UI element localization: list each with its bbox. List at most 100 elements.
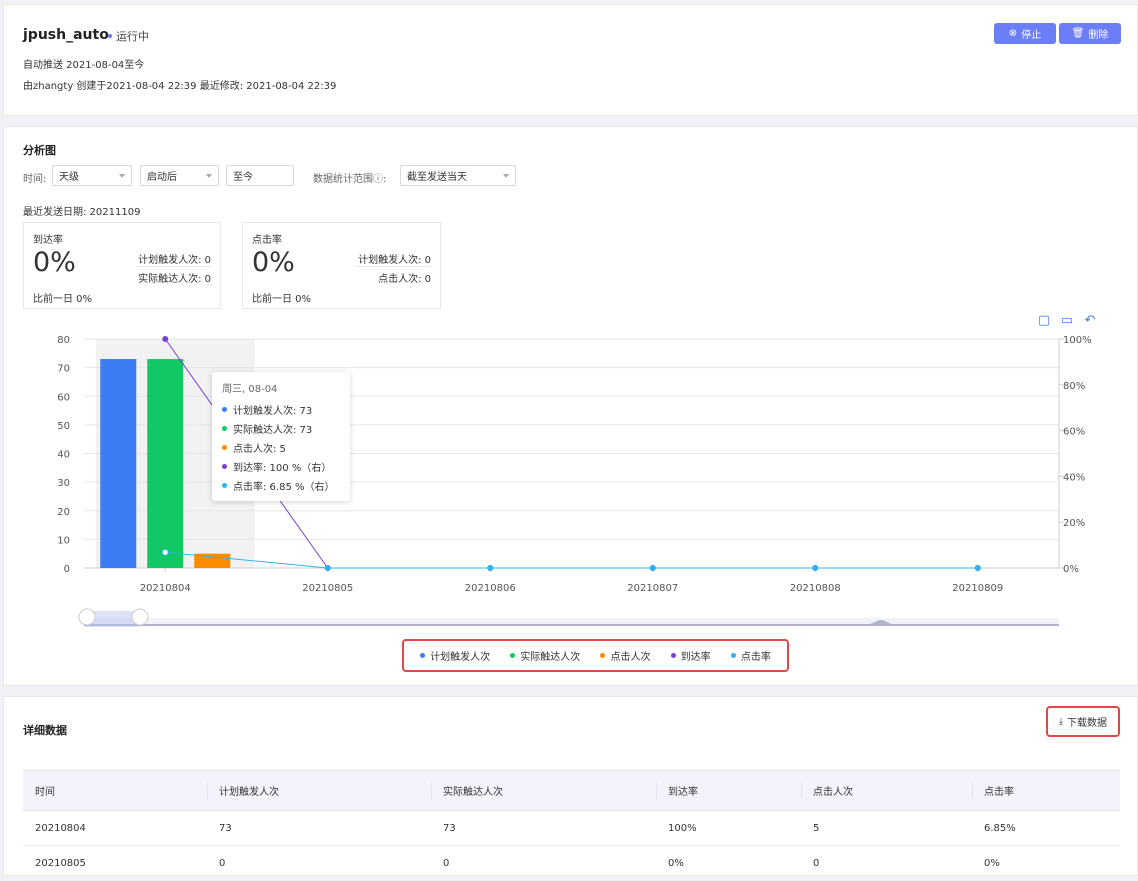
column-header: 时间 [23,770,207,811]
table-cell: 20210805 [23,845,207,881]
analysis-chart[interactable]: 0 10 20 30 40 50 60 70 80 0% 20% 40% 60% 80% 100% 20210… [4,307,1138,637]
legend-dot-icon [510,653,516,658]
stop-button[interactable]: ⊗ 停止 [994,23,1056,44]
meta-text: 由zhangty 创建于2021-08-04 22:39 最近修改: 2021-… [23,81,337,92]
time-label: 时间: [23,174,47,185]
y-left-tick-label: 60 [57,392,70,403]
chevron-down-icon [503,174,509,178]
legend-dot-icon [670,653,676,658]
detail-card: 详细数据 ⤓ 下载数据 时间 计划触发人次 实际触达人次 到达率 点击人次 点击… [3,696,1138,881]
legend-dot-icon [730,653,736,658]
legend-dot-icon [600,653,606,658]
x-tick-label: 20210807 [627,583,678,594]
y-left-tick-label: 30 [57,478,70,489]
range-label: 数据统计范围ⓘ: [313,174,387,185]
zoom-handle-right[interactable] [131,608,149,626]
chart-legend: 计划触发人次 实际触达人次 点击人次 到达率 点击率 [402,639,789,672]
zoom-handle-left[interactable] [78,608,96,626]
tooltip-row: 计划触发人次: 73 [222,400,340,419]
metric-sub-1: 计划触发人次: 0 [358,255,431,266]
tooltip-row: 实际触达人次: 73 [222,419,340,438]
granularity-select[interactable]: 天级 [52,165,132,186]
detail-table: 时间 计划触发人次 实际触达人次 到达率 点击人次 点击率 20210804 7… [23,770,1120,881]
table-row: 20210805 0 0 0% 0 0% [23,845,1120,881]
task-title: jpush_auto [23,27,109,43]
series-line-1 [165,551,978,569]
start-value: 启动后 [147,172,177,183]
series-point [162,336,169,342]
metric-compare: 比前一日 0% [252,294,312,305]
trash-icon: 🗑 [1071,28,1085,39]
y-right-tick-label: 0% [1063,564,1079,575]
divider [356,266,431,267]
legend-item-planned[interactable]: 计划触发人次 [420,648,490,663]
restore-icon[interactable]: ↶ [1085,313,1096,328]
x-tick-label: 20210809 [952,583,1003,594]
legend-item-click-rate[interactable]: 点击率 [730,648,771,663]
range-select[interactable]: 截至发送当天 [400,165,516,186]
chevron-down-icon [206,174,212,178]
x-tick-label: 20210805 [302,583,353,594]
series-dot-icon [222,445,227,450]
divider [136,266,211,267]
download-icon: ⤓ [1059,716,1063,726]
metric-compare: 比前一日 0% [33,294,93,305]
tooltip-text: 到达率: 100 %（右） [233,463,332,474]
table-header-row: 时间 计划触发人次 实际触达人次 到达率 点击人次 点击率 [23,770,1120,811]
legend-item-arrival-rate[interactable]: 到达率 [670,648,711,663]
end-input[interactable]: 至今 [226,165,294,186]
tooltip-text: 实际触达人次: 73 [233,425,313,436]
column-header: 实际触达人次 [431,770,656,811]
end-value: 至今 [233,172,253,183]
metric-sub-2: 实际触达人次: 0 [138,274,211,285]
status-dot-icon [108,34,112,38]
table-cell: 20210804 [23,810,207,846]
tooltip-row: 点击人次: 5 [222,438,340,457]
tooltip-text: 点击人次: 5 [233,444,286,455]
tooltip-text: 点击率: 6.85 %（右） [233,482,335,493]
table-cell: 100% [656,810,801,846]
y-left-tick-label: 0 [64,564,70,575]
y-left-tick-label: 10 [57,535,70,546]
download-data-button[interactable]: ⤓ 下载数据 [1046,706,1120,737]
y-right-tick-label: 80% [1063,381,1085,392]
legend-label: 点击人次 [610,652,651,663]
table-cell: 73 [207,810,431,846]
delete-button[interactable]: 🗑 删除 [1059,23,1121,44]
table-row: 20210804 73 73 100% 5 6.85% [23,810,1120,846]
analysis-title: 分析图 [23,144,56,157]
column-header: 计划触发人次 [207,770,431,811]
schedule-text: 自动推送 2021-08-04至今 [23,60,145,71]
column-header: 到达率 [656,770,801,811]
y-left-tick-label: 40 [57,450,70,461]
series-point [812,565,819,571]
series-point [324,565,331,571]
series-dot-icon [222,464,227,469]
table-cell: 73 [431,810,656,846]
table-cell: 5 [801,810,972,846]
x-tick-label: 20210808 [790,583,841,594]
metric-title: 点击率 [252,235,282,246]
y-left-tick-label: 70 [57,364,70,375]
metric-sub-2: 点击人次: 0 [378,274,431,285]
column-header: 点击率 [972,770,1120,811]
legend-label: 实际触达人次 [520,652,581,663]
y-left-tick-label: 20 [57,507,70,518]
series-point [974,565,981,571]
start-select[interactable]: 启动后 [140,165,219,186]
series-dot-icon [222,426,227,431]
chevron-down-icon [119,174,125,178]
x-tick-label: 20210806 [465,583,516,594]
zoom-area-icon[interactable]: ▢ [1038,313,1050,328]
y-right-tick-label: 60% [1063,427,1085,438]
stop-circle-icon: ⊗ [1008,28,1018,39]
analysis-card: 分析图 时间: 天级 启动后 至今 数据统计范围ⓘ: 截至发送当天 最近发送日期… [3,126,1138,686]
zoom-reset-icon[interactable]: ▭ [1061,313,1073,328]
legend-item-actual[interactable]: 实际触达人次 [510,648,580,663]
table-cell: 0% [972,845,1120,881]
status-badge: 运行中 [108,28,149,44]
legend-item-clicks[interactable]: 点击人次 [600,648,650,663]
y-right-tick-label: 20% [1063,518,1085,529]
legend-label: 到达率 [680,652,711,663]
y-left-tick-label: 80 [57,335,70,346]
